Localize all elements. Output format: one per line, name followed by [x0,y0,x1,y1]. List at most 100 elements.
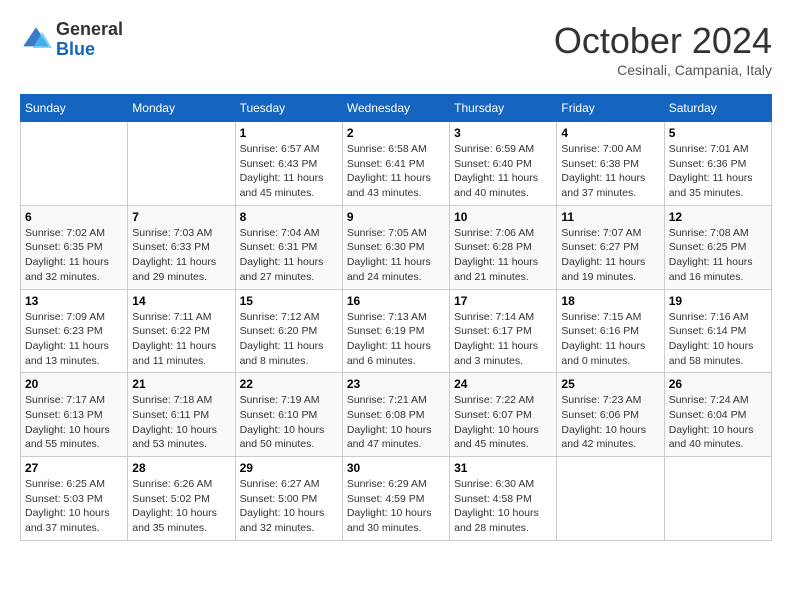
day-info: Sunrise: 7:05 AMSunset: 6:30 PMDaylight:… [347,226,445,285]
calendar-cell: 26Sunrise: 7:24 AMSunset: 6:04 PMDayligh… [664,373,771,457]
day-info: Sunrise: 7:04 AMSunset: 6:31 PMDaylight:… [240,226,338,285]
day-number: 16 [347,294,445,308]
day-info: Sunrise: 7:24 AMSunset: 6:04 PMDaylight:… [669,393,767,452]
day-info: Sunrise: 6:58 AMSunset: 6:41 PMDaylight:… [347,142,445,201]
day-number: 5 [669,126,767,140]
weekday-header-thursday: Thursday [450,95,557,122]
calendar-cell: 28Sunrise: 6:26 AMSunset: 5:02 PMDayligh… [128,457,235,541]
calendar-cell: 14Sunrise: 7:11 AMSunset: 6:22 PMDayligh… [128,289,235,373]
calendar-cell: 27 Sunrise: 6:25 AMSunset: 5:03 PMDayligh… [21,457,128,541]
day-number: 11 [561,210,659,224]
day-number: 27 [25,461,123,475]
day-number: 2 [347,126,445,140]
calendar-cell [21,122,128,206]
calendar-cell: 1 Sunrise: 6:57 AMSunset: 6:43 PMDaylight… [235,122,342,206]
day-info: Sunrise: 7:03 AMSunset: 6:33 PMDaylight:… [132,226,230,285]
day-info: Sunrise: 7:12 AMSunset: 6:20 PMDaylight:… [240,310,338,369]
day-info: Sunrise: 6:59 AMSunset: 6:40 PMDaylight:… [454,142,552,201]
calendar-cell: 7Sunrise: 7:03 AMSunset: 6:33 PMDaylight… [128,205,235,289]
day-number: 1 [240,126,338,140]
calendar-week-5: 27 Sunrise: 6:25 AMSunset: 5:03 PMDayligh… [21,457,772,541]
calendar-cell [128,122,235,206]
logo-text-blue: Blue [56,40,123,60]
calendar-week-4: 20 Sunrise: 7:17 AMSunset: 6:13 PMDayligh… [21,373,772,457]
day-info: Sunrise: 7:14 AMSunset: 6:17 PMDaylight:… [454,310,552,369]
calendar-cell: 23 Sunrise: 7:21 AMSunset: 6:08 PMDayligh… [342,373,449,457]
calendar-cell: 2 Sunrise: 6:58 AMSunset: 6:41 PMDaylight… [342,122,449,206]
day-info: Sunrise: 6:25 AMSunset: 5:03 PMDaylight:… [25,477,123,536]
calendar-cell: 30 Sunrise: 6:29 AMSunset: 4:59 PMDayligh… [342,457,449,541]
day-info: Sunrise: 6:57 AMSunset: 6:43 PMDaylight:… [240,142,338,201]
calendar-cell: 24 Sunrise: 7:22 AMSunset: 6:07 PMDayligh… [450,373,557,457]
day-info: Sunrise: 7:09 AMSunset: 6:23 PMDaylight:… [25,310,123,369]
day-info: Sunrise: 7:16 AMSunset: 6:14 PMDaylight:… [669,310,767,369]
calendar-table: SundayMondayTuesdayWednesdayThursdayFrid… [20,94,772,541]
calendar-cell: 20 Sunrise: 7:17 AMSunset: 6:13 PMDayligh… [21,373,128,457]
day-number: 6 [25,210,123,224]
weekday-header-wednesday: Wednesday [342,95,449,122]
day-number: 30 [347,461,445,475]
day-number: 9 [347,210,445,224]
day-info: Sunrise: 6:26 AMSunset: 5:02 PMDaylight:… [132,477,230,536]
page-header: General Blue October 2024 Cesinali, Camp… [20,20,772,78]
calendar-cell: 21 Sunrise: 7:18 AMSunset: 6:11 PMDayligh… [128,373,235,457]
day-info: Sunrise: 7:18 AMSunset: 6:11 PMDaylight:… [132,393,230,452]
day-info: Sunrise: 7:22 AMSunset: 6:07 PMDaylight:… [454,393,552,452]
day-number: 3 [454,126,552,140]
calendar-week-1: 1 Sunrise: 6:57 AMSunset: 6:43 PMDaylight… [21,122,772,206]
calendar-cell [664,457,771,541]
calendar-cell [557,457,664,541]
weekday-header-monday: Monday [128,95,235,122]
day-info: Sunrise: 7:01 AMSunset: 6:36 PMDaylight:… [669,142,767,201]
calendar-cell: 16 Sunrise: 7:13 AMSunset: 6:19 PMDayligh… [342,289,449,373]
day-info: Sunrise: 7:07 AMSunset: 6:27 PMDaylight:… [561,226,659,285]
calendar-cell: 10 Sunrise: 7:06 AMSunset: 6:28 PMDayligh… [450,205,557,289]
day-number: 18 [561,294,659,308]
calendar-cell: 3 Sunrise: 6:59 AMSunset: 6:40 PMDaylight… [450,122,557,206]
title-block: October 2024 Cesinali, Campania, Italy [554,20,772,78]
day-number: 19 [669,294,767,308]
day-number: 13 [25,294,123,308]
calendar-cell: 4 Sunrise: 7:00 AMSunset: 6:38 PMDaylight… [557,122,664,206]
day-info: Sunrise: 7:21 AMSunset: 6:08 PMDaylight:… [347,393,445,452]
day-info: Sunrise: 7:17 AMSunset: 6:13 PMDaylight:… [25,393,123,452]
day-info: Sunrise: 7:19 AMSunset: 6:10 PMDaylight:… [240,393,338,452]
calendar-cell: 25Sunrise: 7:23 AMSunset: 6:06 PMDayligh… [557,373,664,457]
calendar-cell: 31 Sunrise: 6:30 AMSunset: 4:58 PMDayligh… [450,457,557,541]
weekday-header-saturday: Saturday [664,95,771,122]
day-info: Sunrise: 6:30 AMSunset: 4:58 PMDaylight:… [454,477,552,536]
day-number: 21 [132,377,230,391]
day-info: Sunrise: 7:15 AMSunset: 6:16 PMDaylight:… [561,310,659,369]
calendar-cell: 15Sunrise: 7:12 AMSunset: 6:20 PMDayligh… [235,289,342,373]
calendar-cell: 11 Sunrise: 7:07 AMSunset: 6:27 PMDayligh… [557,205,664,289]
weekday-header-sunday: Sunday [21,95,128,122]
day-number: 23 [347,377,445,391]
day-info: Sunrise: 7:11 AMSunset: 6:22 PMDaylight:… [132,310,230,369]
calendar-cell: 5 Sunrise: 7:01 AMSunset: 6:36 PMDaylight… [664,122,771,206]
day-number: 4 [561,126,659,140]
calendar-week-3: 13 Sunrise: 7:09 AMSunset: 6:23 PMDayligh… [21,289,772,373]
day-number: 25 [561,377,659,391]
day-info: Sunrise: 7:06 AMSunset: 6:28 PMDaylight:… [454,226,552,285]
day-number: 24 [454,377,552,391]
day-info: Sunrise: 6:29 AMSunset: 4:59 PMDaylight:… [347,477,445,536]
weekday-header-tuesday: Tuesday [235,95,342,122]
calendar-cell: 12Sunrise: 7:08 AMSunset: 6:25 PMDayligh… [664,205,771,289]
day-info: Sunrise: 7:00 AMSunset: 6:38 PMDaylight:… [561,142,659,201]
day-number: 22 [240,377,338,391]
calendar-header-row: SundayMondayTuesdayWednesdayThursdayFrid… [21,95,772,122]
calendar-cell: 18 Sunrise: 7:15 AMSunset: 6:16 PMDayligh… [557,289,664,373]
logo: General Blue [20,20,123,60]
day-number: 17 [454,294,552,308]
calendar-cell: 19 Sunrise: 7:16 AMSunset: 6:14 PMDayligh… [664,289,771,373]
day-number: 31 [454,461,552,475]
logo-icon [20,24,52,56]
calendar-cell: 9 Sunrise: 7:05 AMSunset: 6:30 PMDaylight… [342,205,449,289]
calendar-cell: 13 Sunrise: 7:09 AMSunset: 6:23 PMDayligh… [21,289,128,373]
day-number: 12 [669,210,767,224]
day-info: Sunrise: 7:13 AMSunset: 6:19 PMDaylight:… [347,310,445,369]
day-number: 10 [454,210,552,224]
calendar-cell: 6Sunrise: 7:02 AMSunset: 6:35 PMDaylight… [21,205,128,289]
month-title: October 2024 [554,20,772,62]
day-number: 20 [25,377,123,391]
